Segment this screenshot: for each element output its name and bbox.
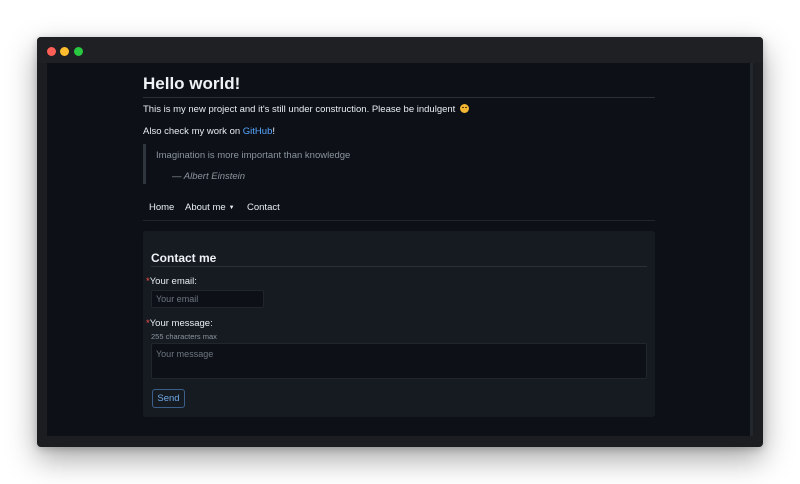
quote-text: Imagination is more important than knowl… <box>156 150 351 161</box>
intro-text: This is my new project and it's still un… <box>143 104 456 115</box>
github-link[interactable]: GitHub <box>243 126 273 137</box>
quote-author: — Albert Einstein <box>172 171 246 182</box>
contact-form: Contact me *Your email: *Your message: 2… <box>143 231 655 417</box>
close-window-button[interactable] <box>47 47 56 56</box>
page-title: Hello world! <box>143 74 655 98</box>
maximize-window-button[interactable] <box>74 47 83 56</box>
nav-home-link[interactable]: Home <box>149 202 174 213</box>
github-suffix: ! <box>272 126 276 137</box>
message-hint: 255 characters max <box>151 332 217 341</box>
page-viewport: Hello world! This is my new project and … <box>47 63 750 436</box>
github-paragraph: Also check my work on GitHub! <box>143 126 275 137</box>
nav-contact-link[interactable]: Contact <box>247 202 280 213</box>
intro-paragraph: This is my new project and it's still un… <box>143 104 469 115</box>
message-label-text: Your message: <box>149 318 213 329</box>
main-nav: Home About me ▼ Contact <box>143 195 655 221</box>
email-input[interactable] <box>151 290 264 308</box>
message-textarea[interactable] <box>151 343 647 379</box>
viewport-scrollbar[interactable] <box>750 63 753 436</box>
minimize-window-button[interactable] <box>60 47 69 56</box>
quote-block: Imagination is more important than knowl… <box>143 144 443 184</box>
nav-about-label: About me <box>185 202 226 213</box>
smiling-face-icon <box>459 104 469 113</box>
nav-about-dropdown[interactable]: About me ▼ <box>185 202 235 213</box>
email-label-text: Your email: <box>149 276 197 287</box>
contact-heading: Contact me <box>151 251 647 267</box>
message-label: *Your message: <box>146 318 213 329</box>
browser-window: Hello world! This is my new project and … <box>37 37 763 447</box>
send-button[interactable]: Send <box>152 389 185 408</box>
github-prefix: Also check my work on <box>143 126 243 137</box>
email-label: *Your email: <box>146 276 197 287</box>
caret-down-icon: ▼ <box>228 205 235 211</box>
window-titlebar <box>37 37 763 63</box>
